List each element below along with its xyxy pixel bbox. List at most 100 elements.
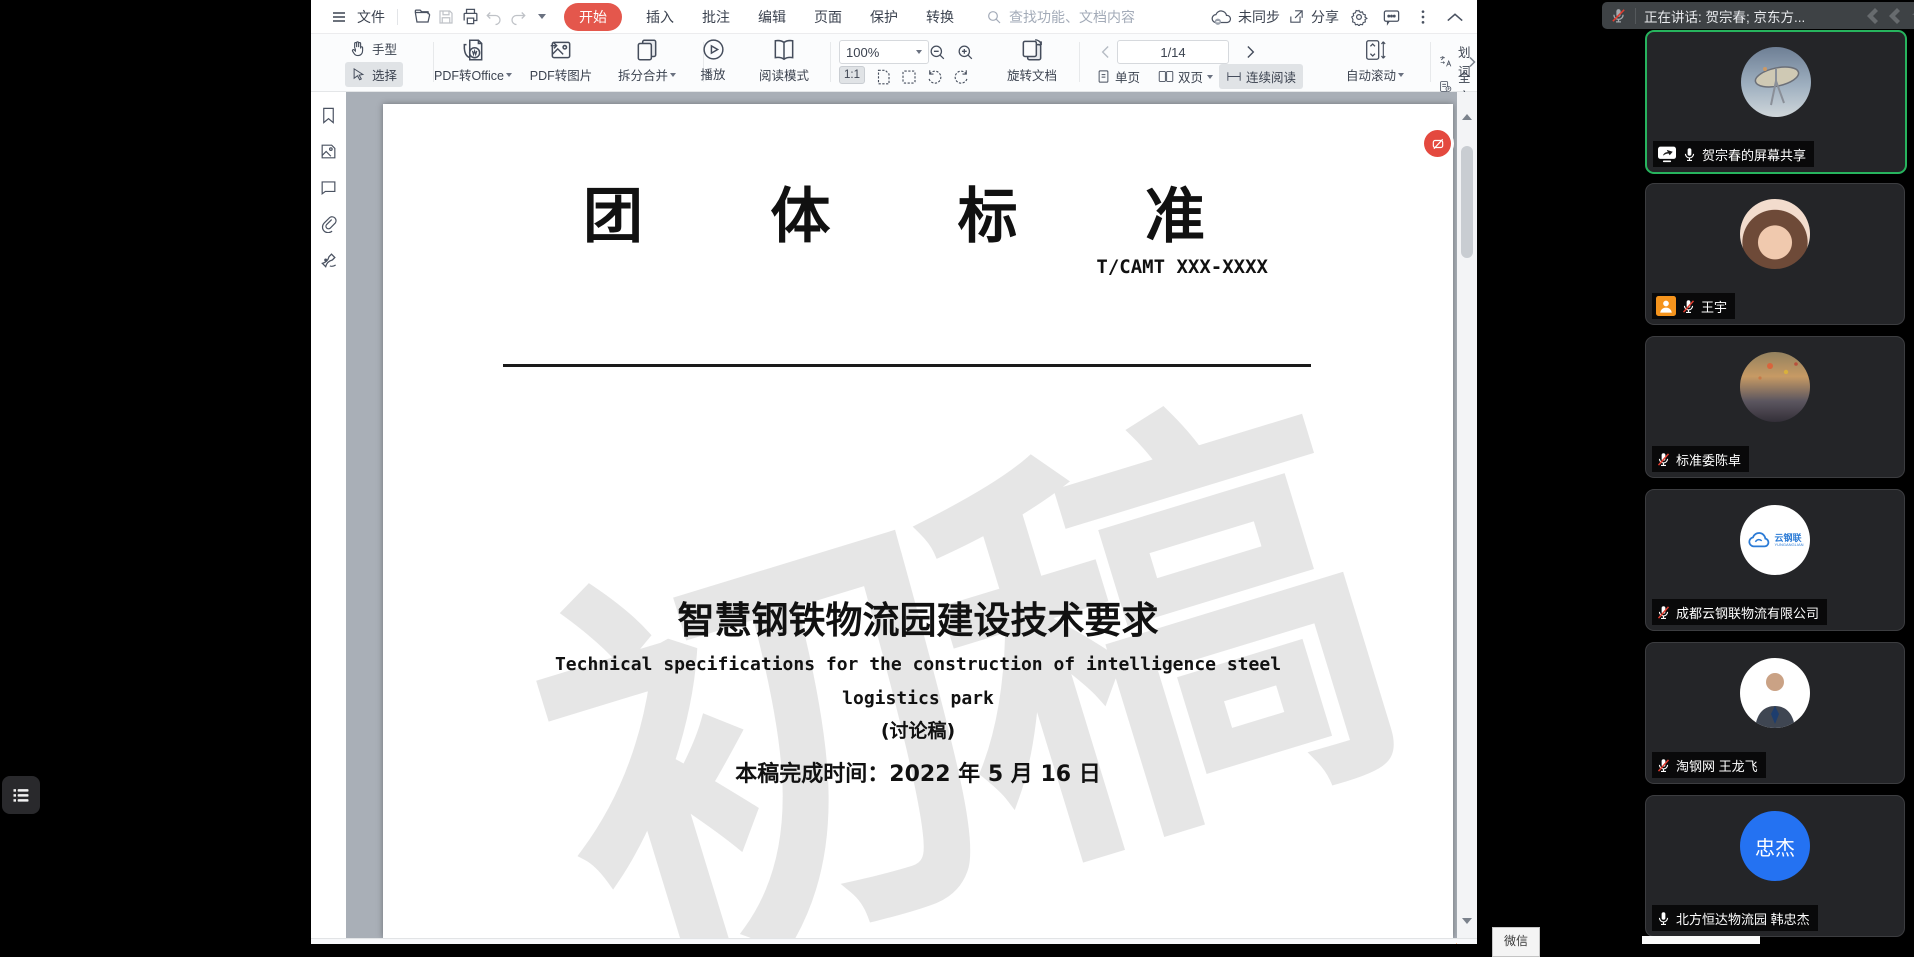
hand-icon xyxy=(349,40,366,57)
participant-tile[interactable]: 云钢联 YUNGANGLIAN 成都云钢联物流有限公司 xyxy=(1645,489,1905,631)
settings-gear-icon[interactable] xyxy=(1347,5,1371,29)
taskbar-flyout xyxy=(1642,936,1760,944)
continuous-read-mode[interactable]: 连续阅读 xyxy=(1219,64,1303,89)
file-menu[interactable]: 文件 xyxy=(327,5,385,29)
mic-muted-icon xyxy=(1656,452,1671,467)
scrollbar-thumb[interactable] xyxy=(1461,146,1473,258)
mic-muted-icon xyxy=(1656,605,1671,620)
actual-size-button[interactable]: 1:1 xyxy=(839,66,865,84)
participant-tile[interactable]: 忠杰 北方恒达物流园 韩忠杰 xyxy=(1645,795,1905,937)
list-toggle-button[interactable] xyxy=(2,776,40,814)
badge-glyph-icon xyxy=(1431,137,1445,151)
double-page-mode[interactable]: 双页 xyxy=(1151,64,1220,89)
panel-collapse-arrows-icon[interactable] xyxy=(1862,6,1914,26)
double-page-icon xyxy=(1158,69,1174,84)
continuous-read-icon xyxy=(1226,69,1242,84)
mic-muted-icon xyxy=(1681,299,1696,314)
play-label: 播放 xyxy=(700,64,725,83)
title-rule xyxy=(503,364,1311,367)
scroll-up-icon[interactable] xyxy=(1462,114,1472,120)
participant-label: 北方恒达物流园 韩忠杰 xyxy=(1652,905,1818,931)
toolbar-overflow-icon[interactable] xyxy=(1467,56,1477,68)
split-merge-label: 拆分合并 xyxy=(618,65,668,84)
vertical-scrollbar[interactable] xyxy=(1457,92,1477,938)
zoom-out-icon[interactable] xyxy=(925,40,949,64)
ribbon-toolbar: 手型 选择 PDF转Office PDF转图片 拆分合并 播放 xyxy=(311,34,1477,92)
read-mode-button[interactable]: 阅读模式 xyxy=(739,37,829,84)
fit-width-icon[interactable] xyxy=(897,65,921,89)
participant-tile[interactable]: 淘钢网 王龙飞 xyxy=(1645,642,1905,784)
share-button[interactable]: 分享 xyxy=(1288,7,1339,27)
eye-protection-badge[interactable] xyxy=(1424,130,1451,157)
tab-insert[interactable]: 插入 xyxy=(646,4,674,30)
zoom-level-select[interactable]: 100% xyxy=(839,40,929,64)
single-page-label: 单页 xyxy=(1115,67,1140,86)
comments-icon[interactable] xyxy=(319,178,338,197)
more-kebab-icon[interactable] xyxy=(1411,5,1435,29)
avatar xyxy=(1740,352,1810,422)
toolbar-options-caret-icon[interactable] xyxy=(530,5,554,29)
rotate-right-icon[interactable] xyxy=(949,65,973,89)
play-icon xyxy=(701,37,726,62)
search-placeholder: 查找功能、文档内容 xyxy=(1009,7,1135,27)
redo-icon[interactable] xyxy=(506,5,530,29)
signature-stamp-icon[interactable] xyxy=(319,250,339,270)
participant-label: 淘钢网 王龙飞 xyxy=(1652,752,1766,778)
undo-icon[interactable] xyxy=(482,5,506,29)
auto-scroll-button[interactable]: 自动滚动 xyxy=(1333,37,1417,84)
screen-share-icon xyxy=(1657,145,1677,163)
auto-scroll-label: 自动滚动 xyxy=(1346,65,1396,84)
next-page-icon[interactable] xyxy=(1239,40,1263,64)
fit-page-icon[interactable] xyxy=(871,65,895,89)
share-label: 分享 xyxy=(1311,7,1339,27)
sync-status[interactable]: 未同步 xyxy=(1210,7,1280,27)
tab-protect[interactable]: 保护 xyxy=(870,4,898,30)
speaking-text: 正在讲话: 贺宗春; 京东方... xyxy=(1644,6,1805,26)
rotate-document-button[interactable]: 旋转文档 xyxy=(987,37,1077,84)
standard-category-title: 团体标准 xyxy=(583,168,1205,255)
open-file-icon[interactable] xyxy=(410,5,434,29)
feedback-bubble-icon[interactable] xyxy=(1379,5,1403,29)
cloud-logo-icon xyxy=(1746,530,1772,550)
images-icon[interactable] xyxy=(319,142,338,161)
single-page-mode[interactable]: 单页 xyxy=(1089,64,1147,89)
save-icon[interactable] xyxy=(434,5,458,29)
participant-tile[interactable]: 贺宗春的屏幕共享 xyxy=(1645,30,1907,174)
scroll-down-icon[interactable] xyxy=(1462,918,1472,924)
prev-page-icon[interactable] xyxy=(1093,40,1117,64)
pdf-to-image-button[interactable]: PDF转图片 xyxy=(515,37,607,84)
pdf-to-office-button[interactable]: PDF转Office xyxy=(427,37,519,84)
document-viewer[interactable]: 初稿 团体标准 T/CAMT XXX-XXXX 智慧钢铁物流园建设技术要求 Te… xyxy=(346,92,1457,938)
participant-label: 成都云钢联物流有限公司 xyxy=(1652,599,1827,625)
page-indicator-input[interactable]: 1/14 xyxy=(1117,40,1229,64)
rotate-left-icon[interactable] xyxy=(923,65,947,89)
divider xyxy=(830,42,831,82)
hamburger-icon xyxy=(327,5,351,29)
print-icon[interactable] xyxy=(458,5,482,29)
attachments-icon[interactable] xyxy=(319,214,338,233)
rotate-document-icon xyxy=(1019,37,1045,63)
search-input[interactable]: 查找功能、文档内容 xyxy=(986,7,1166,27)
document-sidebar xyxy=(311,92,347,944)
participant-tile[interactable]: 标准委陈卓 xyxy=(1645,336,1905,478)
tab-convert[interactable]: 转换 xyxy=(926,4,954,30)
participant-name: 淘钢网 王龙飞 xyxy=(1676,756,1758,775)
hand-tool[interactable]: 手型 xyxy=(349,39,397,58)
participant-tile[interactable]: 王宇 xyxy=(1645,183,1905,325)
tab-comment[interactable]: 批注 xyxy=(702,4,730,30)
divider xyxy=(1430,42,1431,82)
avatar xyxy=(1740,658,1810,728)
bookmarks-icon[interactable] xyxy=(319,106,338,125)
tab-home[interactable]: 开始 xyxy=(564,3,622,31)
avatar: 忠杰 xyxy=(1740,811,1810,881)
tab-page[interactable]: 页面 xyxy=(814,4,842,30)
collapse-toolbar-icon[interactable] xyxy=(1443,5,1467,29)
continuous-read-label: 连续阅读 xyxy=(1246,67,1296,86)
pdf-page[interactable]: 初稿 团体标准 T/CAMT XXX-XXXX 智慧钢铁物流园建设技术要求 Te… xyxy=(383,104,1453,938)
tab-edit[interactable]: 编辑 xyxy=(758,4,786,30)
zoom-level-value: 100% xyxy=(846,45,879,60)
file-menu-label: 文件 xyxy=(357,7,385,27)
select-tool[interactable]: 选择 xyxy=(345,62,403,87)
zoom-in-icon[interactable] xyxy=(953,40,977,64)
presenter-badge-icon xyxy=(1656,296,1676,316)
